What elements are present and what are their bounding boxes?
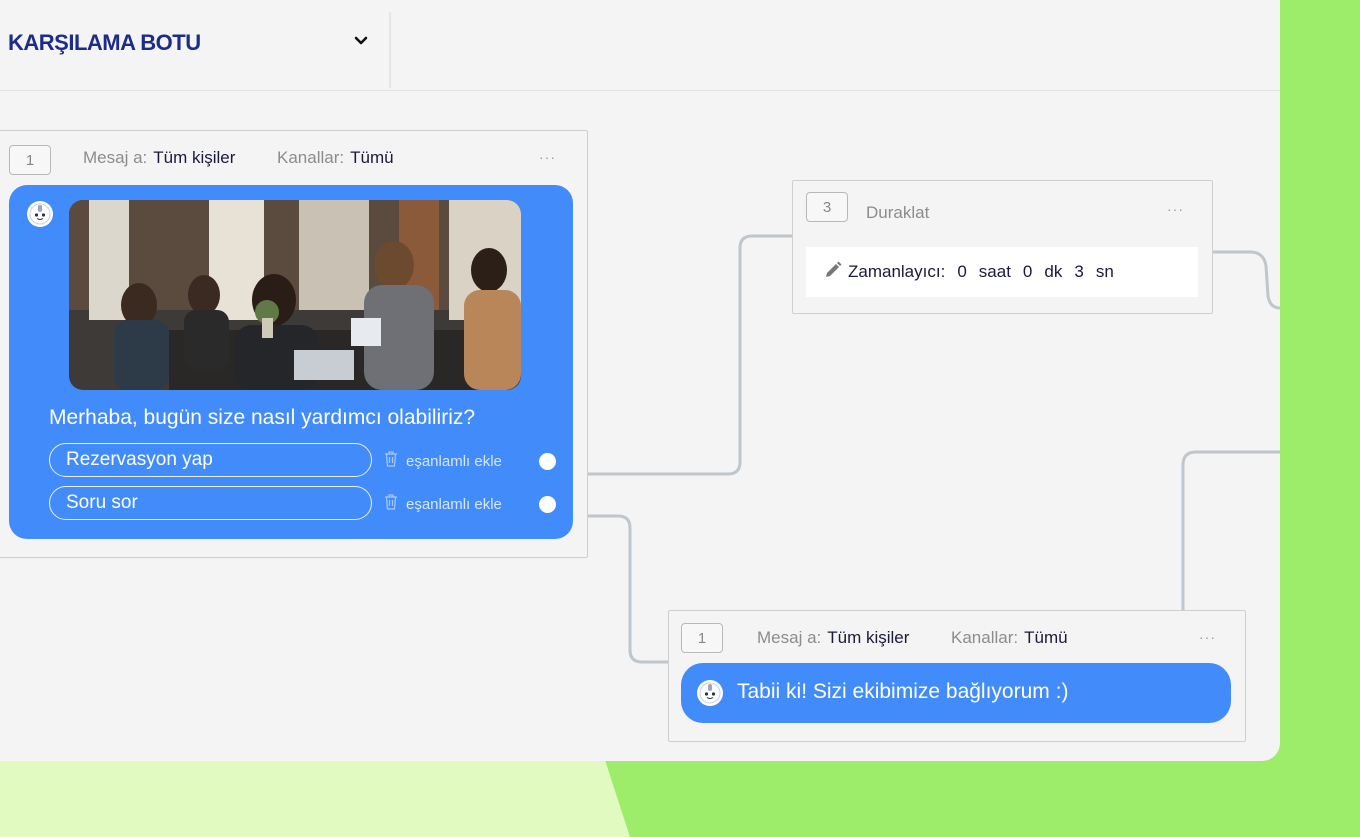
- node-menu-button[interactable]: ···: [1167, 201, 1184, 217]
- message-to-label: Mesaj a:: [83, 148, 148, 167]
- trash-icon[interactable]: [384, 494, 398, 514]
- timer-minutes[interactable]: 0: [1023, 262, 1032, 282]
- quick-reply-1[interactable]: Rezervasyon yap: [49, 443, 372, 477]
- timer-hours[interactable]: 0: [957, 262, 966, 282]
- timer-seconds[interactable]: 3: [1074, 262, 1083, 282]
- flow-canvas[interactable]: KARŞILAMA BOTU 1 Mesaj a: Tüm kişiler Kan…: [0, 0, 1280, 761]
- quick-reply-1-port[interactable]: [539, 453, 556, 470]
- node-number: 3: [806, 192, 848, 222]
- message-to-value: Tüm kişiler: [827, 628, 910, 647]
- node-menu-button[interactable]: ···: [539, 149, 556, 165]
- add-synonym-label: eşanlamlı ekle: [406, 452, 502, 470]
- channels-label: Kanallar:: [277, 148, 345, 167]
- pause-title: Duraklat: [866, 203, 930, 222]
- bot-title[interactable]: KARŞILAMA BOTU: [8, 30, 201, 56]
- message-to[interactable]: Mesaj a: Tüm kişiler: [83, 148, 235, 168]
- message-to-value: Tüm kişiler: [153, 148, 236, 167]
- timer-hours-unit: saat: [978, 262, 1011, 281]
- add-synonym-2[interactable]: eşanlamlı ekle: [384, 494, 502, 514]
- node-number: 1: [681, 623, 723, 653]
- quick-reply-2-port[interactable]: [539, 496, 556, 513]
- chevron-down-icon[interactable]: [350, 28, 372, 54]
- channels-label: Kanallar:: [951, 628, 1019, 647]
- add-synonym-label: eşanlamlı ekle: [406, 495, 502, 513]
- header-divider: [389, 12, 391, 88]
- node-number: 1: [9, 145, 51, 175]
- pencil-icon[interactable]: [824, 261, 842, 284]
- timer-seconds-unit: sn: [1095, 262, 1114, 281]
- quick-reply-2[interactable]: Soru sor: [49, 486, 372, 520]
- channels-value: Tümü: [1024, 628, 1068, 647]
- message-bubble[interactable]: Merhaba, bugün size nasıl yardımcı olabi…: [9, 185, 573, 539]
- message-bubble[interactable]: Tabii ki! Sizi ekibimize bağlıyorum :): [681, 663, 1231, 723]
- channels[interactable]: Kanallar: Tümü: [951, 628, 1068, 648]
- message-to[interactable]: Mesaj a: Tüm kişiler: [757, 628, 909, 648]
- add-synonym-1[interactable]: eşanlamlı ekle: [384, 451, 502, 471]
- message-image: [69, 200, 521, 390]
- timer-setting[interactable]: Zamanlayıcı: 0 saat 0 dk 3 sn: [806, 247, 1198, 297]
- pause-node-3[interactable]: 3 Duraklat ··· Zamanlayıcı: 0 saat 0 dk …: [792, 180, 1213, 314]
- channels[interactable]: Kanallar: Tümü: [277, 148, 394, 168]
- bot-avatar-icon: [697, 680, 723, 706]
- message-text[interactable]: Merhaba, bugün size nasıl yardımcı olabi…: [49, 406, 475, 430]
- bot-avatar-icon: [27, 201, 53, 227]
- message-to-label: Mesaj a:: [757, 628, 822, 647]
- trash-icon[interactable]: [384, 451, 398, 471]
- message-node-1[interactable]: 1 Mesaj a: Tüm kişiler Kanallar: Tümü ···: [0, 130, 588, 558]
- timer-label: Zamanlayıcı:: [848, 262, 946, 281]
- channels-value: Tümü: [350, 148, 394, 167]
- bot-header: KARŞILAMA BOTU: [0, 0, 1280, 91]
- message-text[interactable]: Tabii ki! Sizi ekibimize bağlıyorum :): [737, 680, 1068, 704]
- timer-minutes-unit: dk: [1044, 262, 1063, 281]
- node-menu-button[interactable]: ···: [1199, 629, 1216, 645]
- message-node-bottom[interactable]: 1 Mesaj a: Tüm kişiler Kanallar: Tümü ··· …: [668, 610, 1246, 742]
